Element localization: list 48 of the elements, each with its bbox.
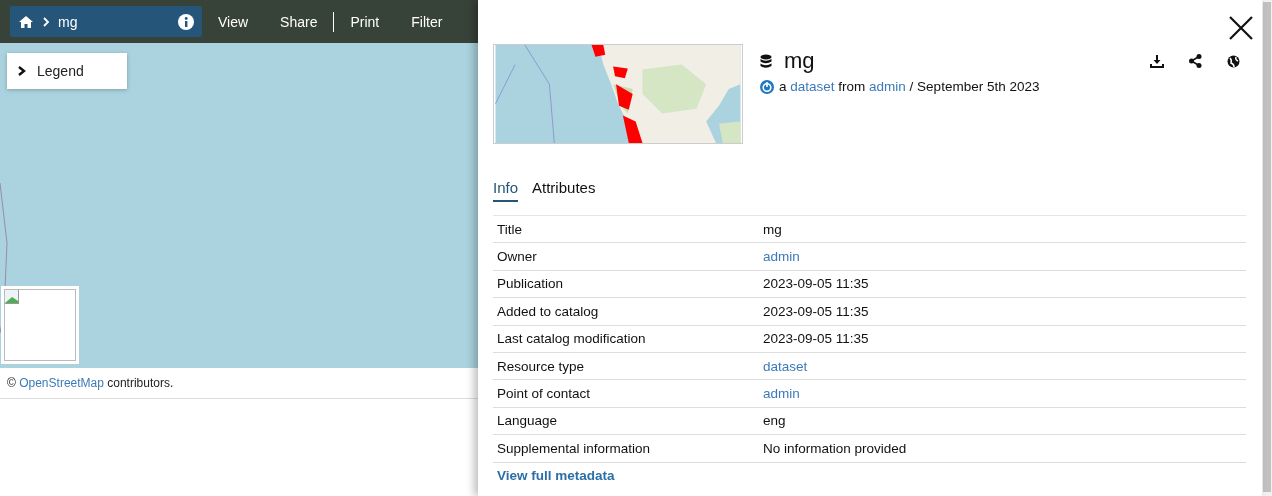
field-label: Title xyxy=(497,221,522,237)
toolbar-link[interactable]: View xyxy=(218,13,249,30)
field-value: 2023-09-05 11:35 xyxy=(763,331,869,347)
caret-icon xyxy=(17,66,27,76)
owner-link[interactable]: admin xyxy=(869,79,906,94)
dataset-title: mg xyxy=(784,48,816,74)
close-icon xyxy=(1228,15,1254,41)
database-icon xyxy=(760,53,772,69)
field-label: Publication xyxy=(497,276,564,292)
share-button[interactable] xyxy=(1186,52,1204,70)
field-label: Point of contact xyxy=(497,386,591,402)
field-value: eng xyxy=(763,413,786,429)
value-link[interactable]: dataset xyxy=(763,358,808,374)
field-label: Owner xyxy=(497,249,537,265)
broken-image-icon xyxy=(4,289,20,305)
legend-button[interactable]: Legend xyxy=(7,53,127,89)
type-link[interactable]: dataset xyxy=(790,79,835,94)
download-icon xyxy=(1150,54,1164,68)
power-icon xyxy=(760,79,774,94)
attribution-text: © OpenStreetMap contributors. xyxy=(7,376,174,390)
field-label: Supplemental information xyxy=(497,440,651,456)
toolbar-link[interactable]: Filter xyxy=(411,13,443,30)
toolbar-link[interactable]: Share xyxy=(280,13,318,30)
toolbar-link[interactable]: Print xyxy=(350,13,380,30)
byline-text: a dataset from admin / September 5th 2023 xyxy=(779,79,1040,94)
openstreetmap-link[interactable]: OpenStreetMap xyxy=(19,376,104,390)
field-label: Added to catalog xyxy=(497,303,599,319)
download-button[interactable] xyxy=(1148,52,1166,70)
field-label: Language xyxy=(497,413,558,429)
chevron-icon xyxy=(42,16,50,27)
value-link[interactable]: admin xyxy=(763,249,800,265)
share-icon xyxy=(1188,54,1202,68)
tab[interactable]: Info xyxy=(493,178,519,202)
tab[interactable]: Attributes xyxy=(532,178,596,202)
field-label: Last catalog modification xyxy=(497,331,646,347)
field-value: No information provided xyxy=(763,440,907,456)
scrollbar-thumb[interactable] xyxy=(1263,2,1271,492)
field-value: 2023-09-05 11:35 xyxy=(763,303,869,319)
field-value: mg xyxy=(763,221,782,237)
info-icon xyxy=(178,13,194,30)
close-button[interactable] xyxy=(1228,15,1254,41)
full-metadata-link[interactable]: View full metadata xyxy=(493,462,1246,488)
value-link[interactable]: admin xyxy=(763,386,800,402)
globe-icon xyxy=(1226,54,1240,68)
field-value: 2023-09-05 11:35 xyxy=(763,276,869,292)
map-title[interactable]: mg xyxy=(58,13,170,30)
home-icon xyxy=(18,14,34,29)
field-label: Resource type xyxy=(497,358,585,374)
